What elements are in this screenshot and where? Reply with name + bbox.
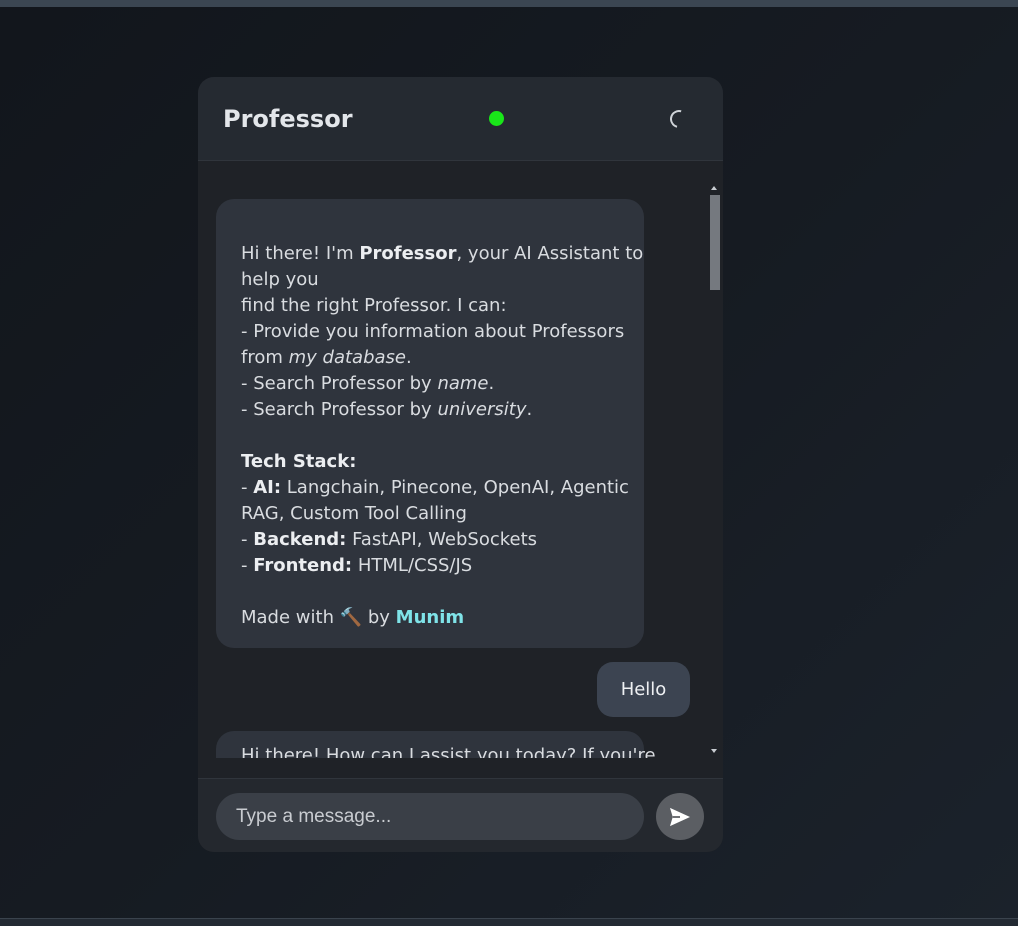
tech-ai-line-2: RAG, Custom Tool Calling: [241, 503, 467, 524]
hammer-icon: 🔨: [339, 607, 363, 628]
chat-header: Professor: [198, 77, 723, 161]
intro-line-7: - Search Professor by university.: [241, 399, 533, 420]
intro-spacer-2: [241, 579, 619, 605]
intro-line-5: from my database.: [241, 347, 412, 368]
message-input[interactable]: [216, 793, 644, 840]
intro-line-2: help you: [241, 269, 319, 290]
loading-spinner-icon: [666, 106, 692, 132]
online-status-dot: [489, 111, 504, 126]
made-with-line: Made with 🔨 by Munim: [241, 607, 465, 628]
intro-spacer: [241, 423, 619, 449]
tech-stack-heading: Tech Stack:: [241, 451, 357, 472]
send-icon: [670, 807, 690, 826]
scroll-down-arrow-icon[interactable]: [711, 749, 717, 753]
chat-title: Professor: [223, 105, 353, 133]
reply-line-1: Hi there! How can I assist you today? If…: [241, 745, 656, 758]
browser-top-strip: [0, 0, 1018, 7]
send-button[interactable]: [656, 793, 704, 840]
intro-line-3: find the right Professor. I can:: [241, 295, 507, 316]
tech-ai-line: - AI: Langchain, Pinecone, OpenAI, Agent…: [241, 477, 629, 498]
intro-line-1: Hi there! I'm Professor, your AI Assista…: [241, 243, 644, 264]
intro-line-4: - Provide you information about Professo…: [241, 321, 625, 342]
message-list[interactable]: Hi there! I'm Professor, your AI Assista…: [198, 185, 713, 758]
composer-bar: [198, 778, 723, 852]
scrollbar-thumb[interactable]: [710, 195, 720, 290]
scroll-up-arrow-icon[interactable]: [711, 186, 717, 190]
user-message: Hello: [597, 662, 690, 717]
chat-window: Professor Hi there! I'm Professor, your …: [198, 77, 723, 852]
bot-message-reply: Hi there! How can I assist you today? If…: [216, 731, 656, 758]
tech-frontend-line: - Frontend: HTML/CSS/JS: [241, 555, 473, 576]
author-link[interactable]: Munim: [396, 607, 464, 628]
tech-backend-line: - Backend: FastAPI, WebSockets: [241, 529, 538, 550]
intro-line-6: - Search Professor by name.: [241, 373, 495, 394]
bot-message-intro: Hi there! I'm Professor, your AI Assista…: [216, 199, 644, 648]
